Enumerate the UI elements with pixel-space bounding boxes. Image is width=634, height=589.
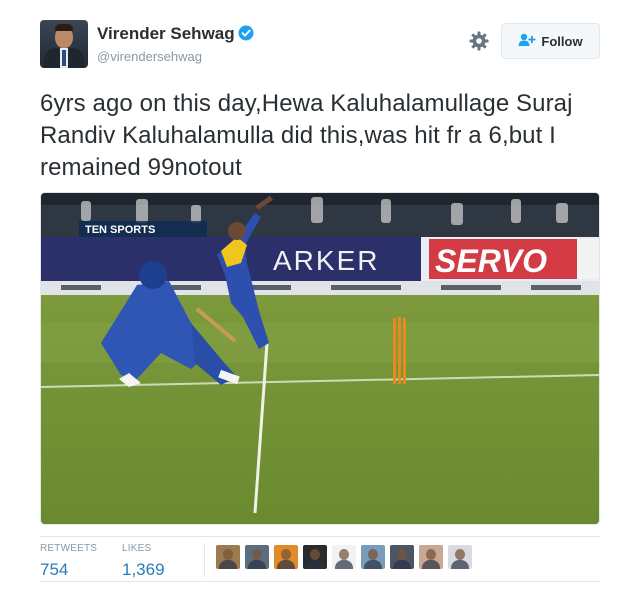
profile-avatar[interactable] [40,20,88,68]
verified-badge-icon [238,25,254,46]
liker-avatar-8[interactable] [419,545,443,569]
retweets-stat[interactable]: RETWEETS 754 [40,543,97,580]
liker-avatar-2[interactable] [245,545,269,569]
likes-count: 1,369 [122,560,165,579]
follow-button[interactable]: Follow [501,23,600,59]
liker-avatar-4[interactable] [303,545,327,569]
liker-avatar-9[interactable] [448,545,472,569]
liker-avatar-1[interactable] [216,545,240,569]
liker-avatar-3[interactable] [274,545,298,569]
tweet-stats: RETWEETS 754 LIKES 1,369 [40,536,600,582]
tweet-media-image[interactable]: ARKER SERVO TEN SPORTS [40,192,600,525]
retweets-count: 754 [40,560,69,579]
broadcaster-logo-text: TEN SPORTS [85,224,155,236]
author-block[interactable]: Virender Sehwag @virendersehwag [97,24,254,64]
liker-avatars [216,545,477,569]
add-user-icon [518,33,541,50]
board-text-arker: ARKER [273,245,379,276]
liker-avatar-7[interactable] [390,545,414,569]
gear-icon[interactable] [468,30,490,52]
likes-stat[interactable]: LIKES 1,369 [122,543,165,580]
board-text-servo: SERVO [435,243,547,279]
tweet-text: 6yrs ago on this day,Hewa Kaluhalamullag… [40,90,573,181]
likes-label: LIKES [122,543,152,554]
stats-divider [204,543,205,577]
tweet-header: Virender Sehwag @virendersehwag Follow [40,20,600,72]
user-handle[interactable]: @virendersehwag [97,49,254,64]
follow-label: Follow [541,33,583,49]
liker-avatar-5[interactable] [332,545,356,569]
liker-avatar-6[interactable] [361,545,385,569]
retweets-label: RETWEETS [40,543,98,554]
display-name[interactable]: Virender Sehwag [97,24,235,44]
